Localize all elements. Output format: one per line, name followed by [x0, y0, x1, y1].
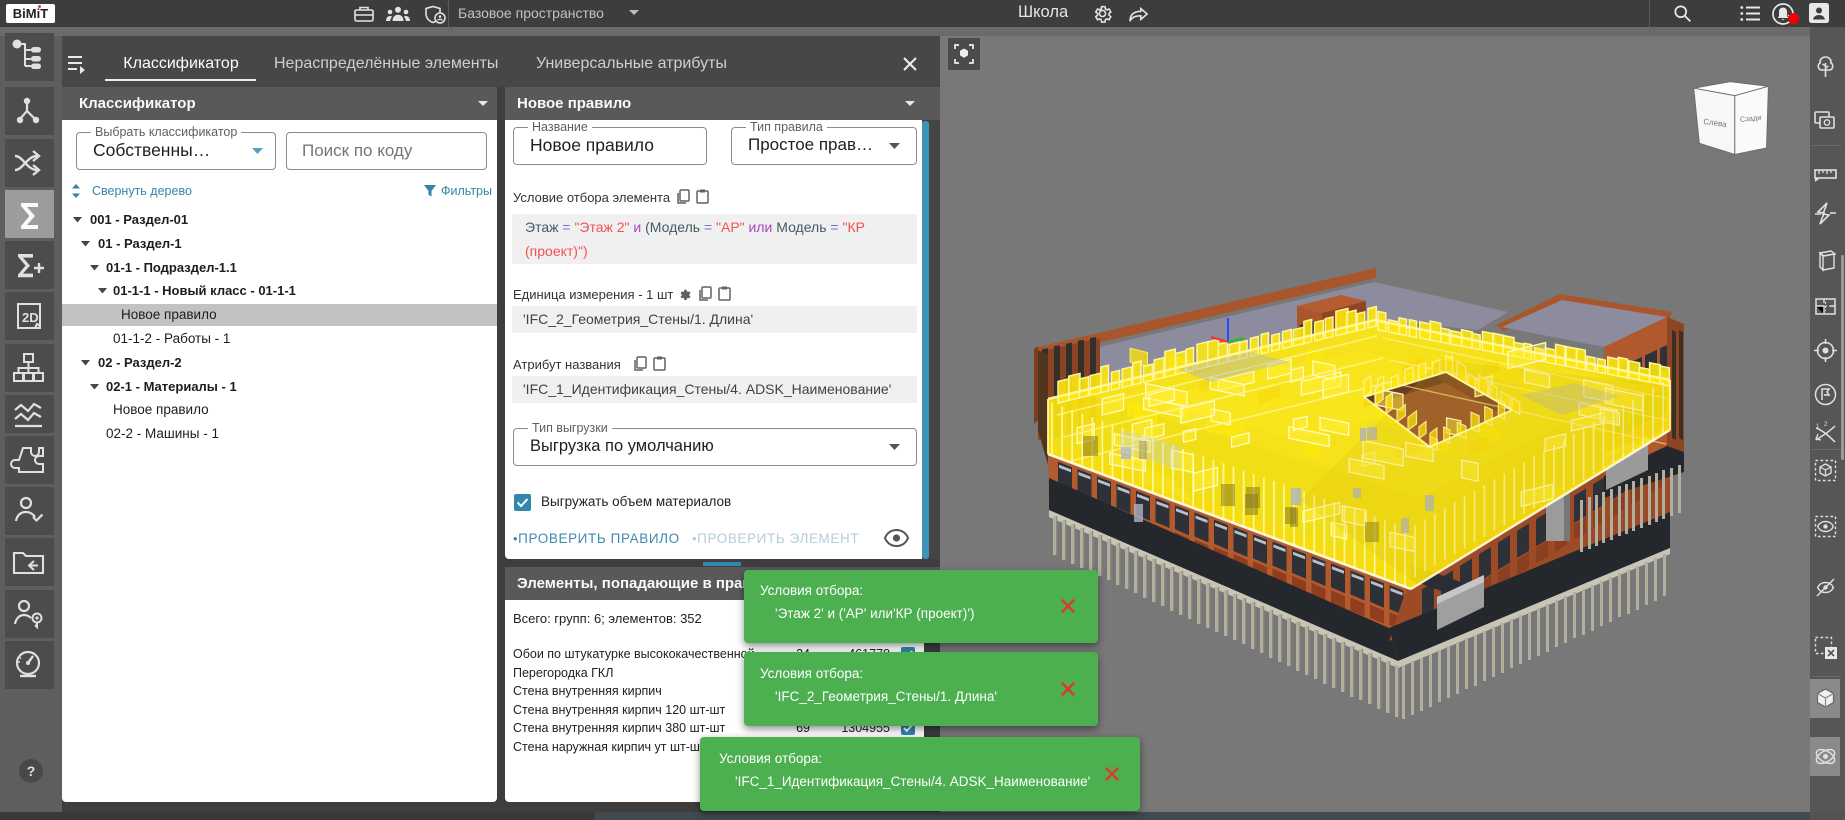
svg-text:2: 2 — [1824, 422, 1828, 428]
svg-text:2D: 2D — [22, 310, 39, 325]
